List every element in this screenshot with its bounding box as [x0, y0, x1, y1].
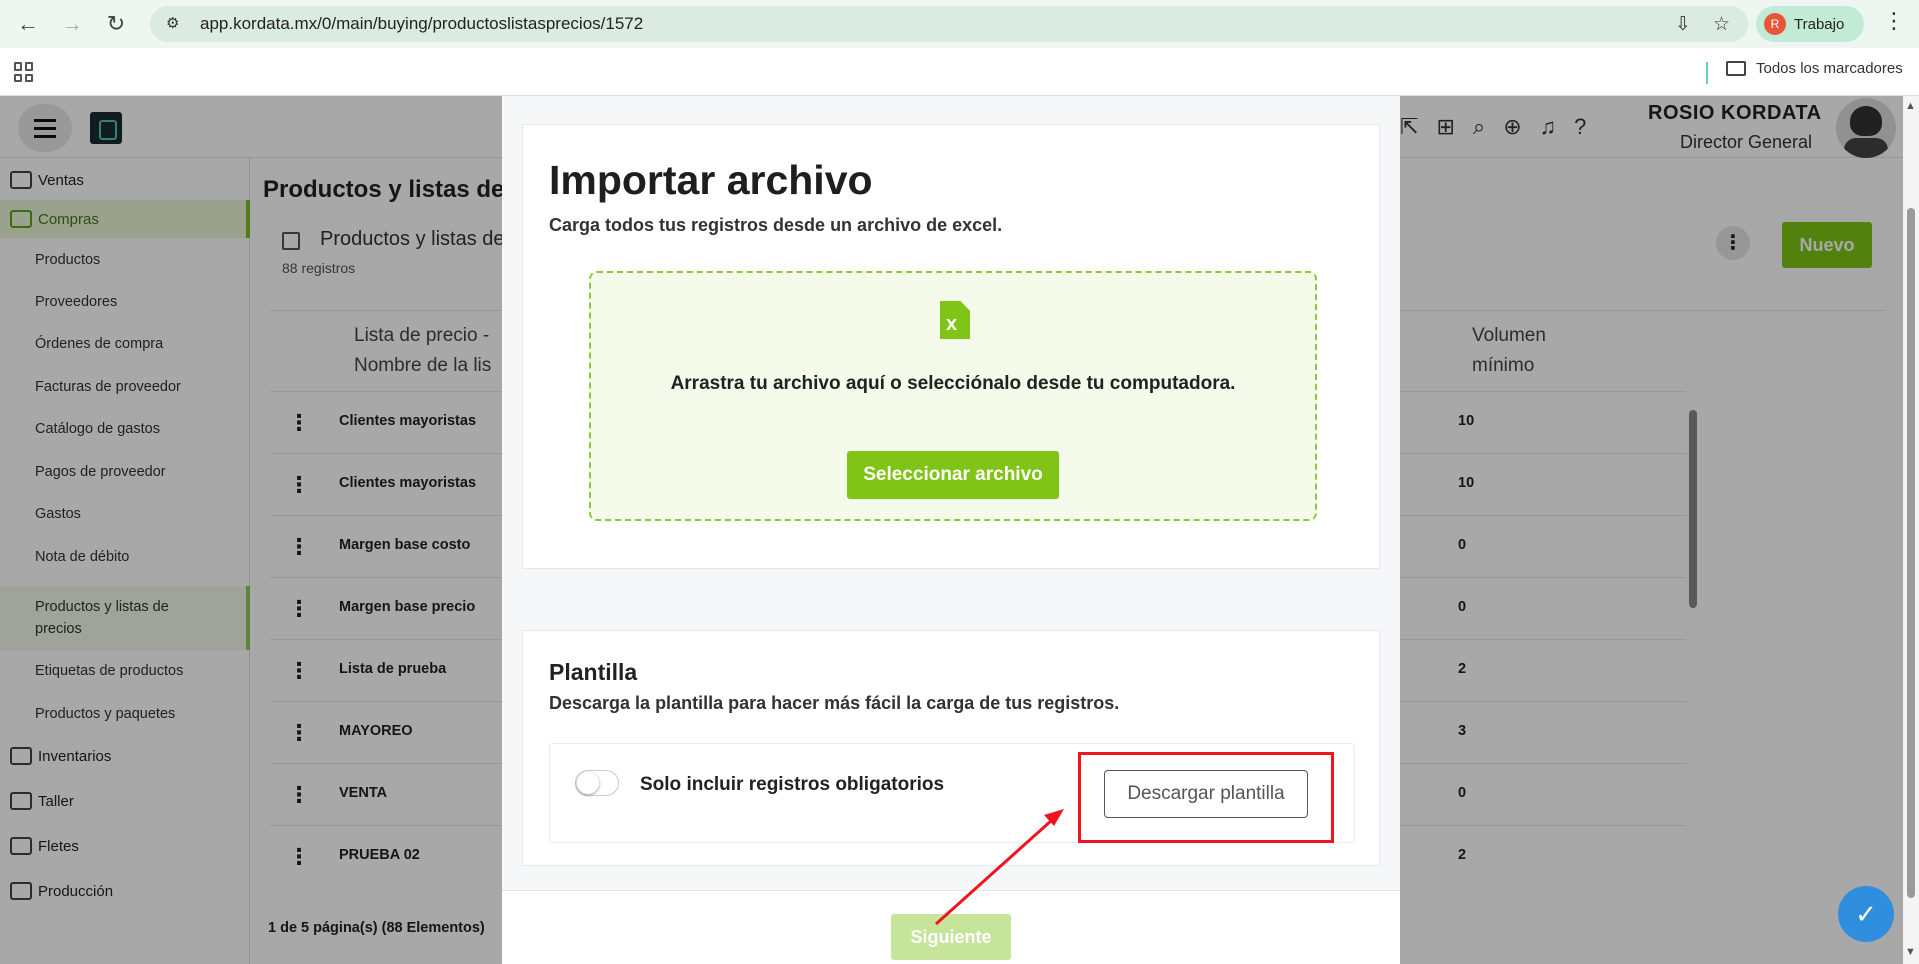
folder-icon — [1726, 61, 1746, 76]
reload-icon[interactable]: ↻ — [94, 4, 138, 44]
bookmarks-bar: Todos los marcadores — [0, 48, 1919, 96]
highlight-box — [1078, 752, 1334, 843]
profile-name: Trabajo — [1794, 15, 1845, 33]
toggle-knob — [577, 772, 599, 794]
dropzone-text: Arrastra tu archivo aquí o selecciónalo … — [670, 373, 1236, 394]
browser-toolbar: ← → ↻ ⚙ app.kordata.mx/0/main/buying/pro… — [0, 0, 1919, 48]
modal-subtitle: Carga todos tus registros desde un archi… — [549, 215, 1003, 235]
forward-icon[interactable]: → — [50, 4, 94, 44]
back-icon[interactable]: ← — [6, 4, 50, 44]
site-info-icon[interactable]: ⚙ — [166, 14, 186, 34]
import-panel: Importar archivo Carga todos tus registr… — [522, 124, 1380, 569]
select-file-button[interactable]: Seleccionar archivo — [847, 451, 1059, 499]
all-bookmarks-label: Todos los marcadores — [1756, 60, 1903, 77]
apps-grid-icon[interactable] — [14, 62, 34, 82]
chat-support-icon[interactable]: ✓ — [1838, 886, 1894, 942]
template-subtitle: Descarga la plantilla para hacer más fác… — [549, 693, 1120, 713]
scroll-down-icon[interactable]: ▼ — [1905, 946, 1916, 958]
page-scrollbar[interactable]: ▲ ▼ — [1903, 96, 1919, 964]
all-bookmarks-folder[interactable]: Todos los marcadores — [1726, 60, 1903, 77]
excel-file-icon: x — [940, 301, 970, 339]
profile-avatar: R — [1764, 13, 1786, 35]
page-scroll-thumb[interactable] — [1907, 208, 1915, 898]
bookmark-star-icon[interactable]: ☆ — [1713, 13, 1730, 36]
scroll-up-icon[interactable]: ▲ — [1905, 100, 1916, 112]
required-only-toggle[interactable] — [575, 770, 619, 796]
next-button[interactable]: Siguiente — [891, 914, 1011, 960]
address-bar[interactable]: ⚙ app.kordata.mx/0/main/buying/productos… — [150, 6, 1748, 42]
install-app-icon[interactable]: ⇩ — [1675, 13, 1691, 36]
toggle-label: Solo incluir registros obligatorios — [640, 774, 945, 795]
modal-title: Importar archivo — [549, 157, 873, 203]
template-title: Plantilla — [549, 659, 638, 685]
file-dropzone[interactable]: x Arrastra tu archivo aquí o selecciónal… — [589, 271, 1317, 521]
profile-chip[interactable]: R Trabajo — [1756, 6, 1864, 42]
bookmarks-divider — [1706, 62, 1708, 84]
browser-menu-icon[interactable]: ⋮ — [1882, 8, 1906, 40]
url-text[interactable]: app.kordata.mx/0/main/buying/productosli… — [200, 14, 643, 34]
